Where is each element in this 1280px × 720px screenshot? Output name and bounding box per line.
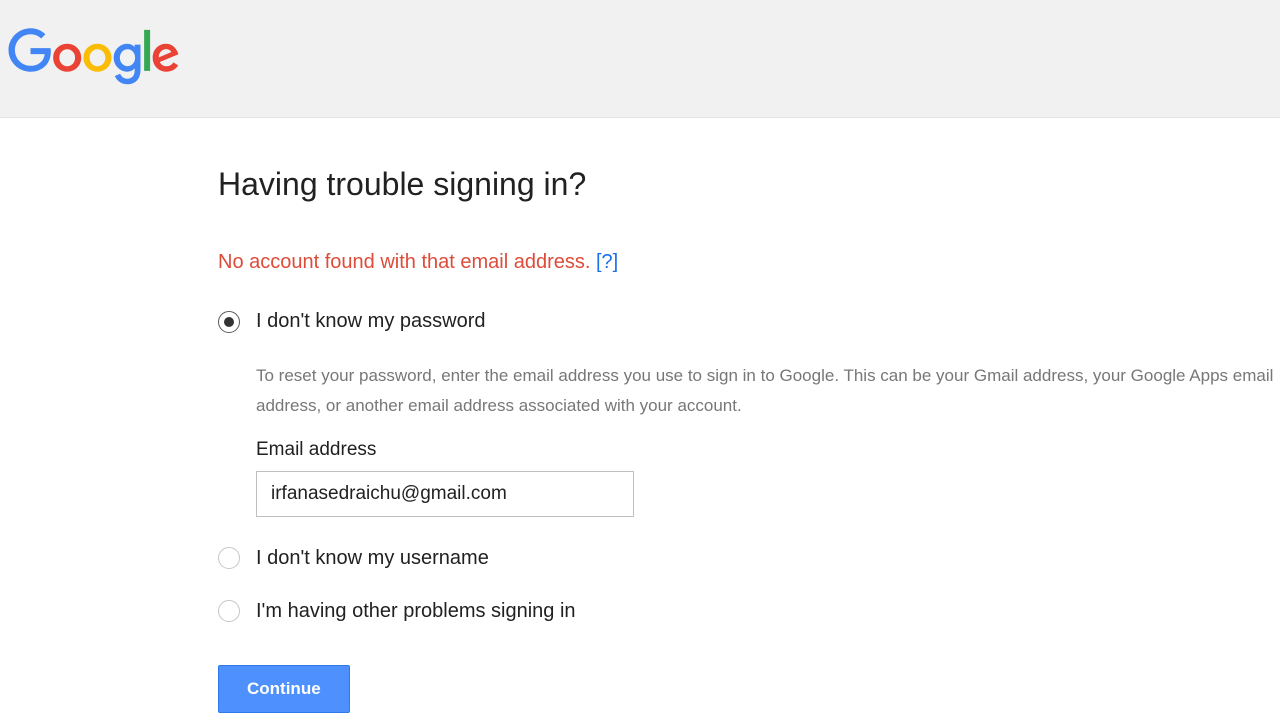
page-title: Having trouble signing in?: [218, 166, 1280, 203]
radio-password[interactable]: [218, 311, 240, 333]
main-content: Having trouble signing in? No account fo…: [0, 118, 1280, 713]
error-message-text: No account found with that email address…: [218, 251, 590, 273]
radio-other[interactable]: [218, 600, 240, 622]
email-input[interactable]: [256, 471, 634, 517]
option-username: I don't know my username: [218, 547, 1280, 570]
option-password: I don't know my password To reset your p…: [218, 310, 1280, 517]
option-password-label: I don't know my password: [256, 310, 485, 333]
radio-username[interactable]: [218, 547, 240, 569]
continue-button[interactable]: Continue: [218, 665, 350, 713]
help-link[interactable]: [?]: [596, 251, 618, 273]
option-password-row[interactable]: I don't know my password: [218, 310, 1280, 333]
recovery-options: I don't know my password To reset your p…: [218, 310, 1280, 623]
option-other-row[interactable]: I'm having other problems signing in: [218, 600, 1280, 623]
google-logo: [8, 28, 180, 86]
email-field-label: Email address: [256, 439, 1280, 461]
option-username-row[interactable]: I don't know my username: [218, 547, 1280, 570]
page-header: [0, 0, 1280, 118]
option-password-description: To reset your password, enter the email …: [256, 361, 1280, 421]
option-username-label: I don't know my username: [256, 547, 489, 570]
error-message-line: No account found with that email address…: [218, 251, 1280, 274]
option-other-label: I'm having other problems signing in: [256, 600, 576, 623]
option-other: I'm having other problems signing in: [218, 600, 1280, 623]
option-password-body: To reset your password, enter the email …: [256, 361, 1280, 517]
